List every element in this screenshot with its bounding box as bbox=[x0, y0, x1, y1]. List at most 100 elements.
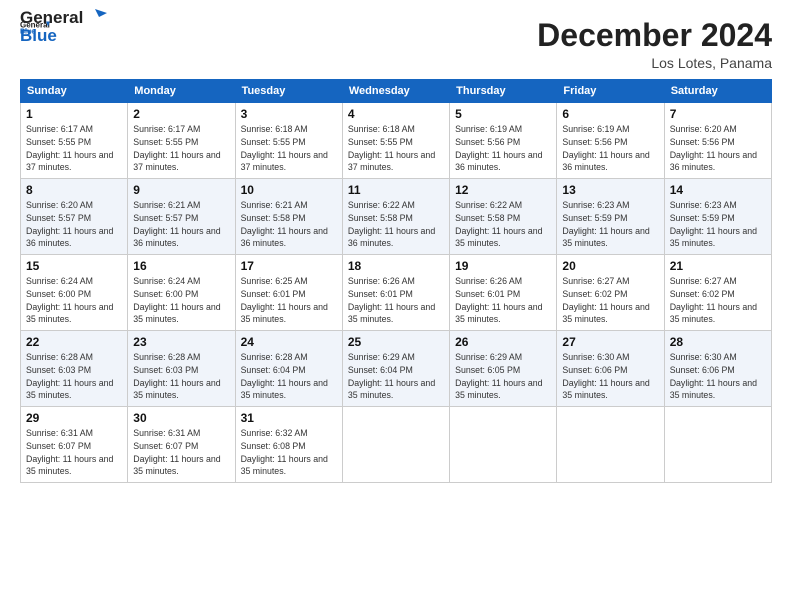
day-number: 18 bbox=[348, 259, 444, 273]
day-detail: Sunrise: 6:31 AMSunset: 6:07 PMDaylight:… bbox=[26, 427, 122, 478]
col-friday: Friday bbox=[557, 80, 664, 103]
logo-blue: Blue bbox=[20, 26, 57, 45]
table-row bbox=[342, 407, 449, 483]
day-number: 7 bbox=[670, 107, 766, 121]
table-row: 21 Sunrise: 6:27 AMSunset: 6:02 PMDayligh… bbox=[664, 255, 771, 331]
day-detail: Sunrise: 6:21 AMSunset: 5:58 PMDaylight:… bbox=[241, 199, 337, 250]
table-row: 23Sunrise: 6:28 AMSunset: 6:03 PMDayligh… bbox=[128, 331, 235, 407]
day-detail: Sunrise: 6:24 AMSunset: 6:00 PMDaylight:… bbox=[26, 275, 122, 326]
table-row: 30 Sunrise: 6:31 AMSunset: 6:07 PMDayligh… bbox=[128, 407, 235, 483]
day-detail: Sunrise: 6:21 AMSunset: 5:57 PMDaylight:… bbox=[133, 199, 229, 250]
table-row: 19Sunrise: 6:26 AMSunset: 6:01 PMDayligh… bbox=[450, 255, 557, 331]
day-number: 9 bbox=[133, 183, 229, 197]
day-detail: Sunrise: 6:22 AMSunset: 5:58 PMDaylight:… bbox=[455, 199, 551, 250]
table-row bbox=[557, 407, 664, 483]
logo-general: General bbox=[20, 8, 83, 28]
table-row: 24 Sunrise: 6:28 AMSunset: 6:04 PMDayligh… bbox=[235, 331, 342, 407]
table-row: 8 Sunrise: 6:20 AMSunset: 5:57 PMDaylight… bbox=[21, 179, 128, 255]
table-row: 28Sunrise: 6:30 AMSunset: 6:06 PMDayligh… bbox=[664, 331, 771, 407]
day-number: 16 bbox=[133, 259, 229, 273]
table-row: 16 Sunrise: 6:24 AMSunset: 6:00 PMDayligh… bbox=[128, 255, 235, 331]
day-detail: Sunrise: 6:22 AMSunset: 5:58 PMDaylight:… bbox=[348, 199, 444, 250]
table-row: 31 Sunrise: 6:32 AMSunset: 6:08 PMDayligh… bbox=[235, 407, 342, 483]
table-row: 18Sunrise: 6:26 AMSunset: 6:01 PMDayligh… bbox=[342, 255, 449, 331]
day-detail: Sunrise: 6:27 AMSunset: 6:02 PMDaylight:… bbox=[562, 275, 658, 326]
week-row-2: 8 Sunrise: 6:20 AMSunset: 5:57 PMDaylight… bbox=[21, 179, 772, 255]
col-saturday: Saturday bbox=[664, 80, 771, 103]
table-row: 9 Sunrise: 6:21 AMSunset: 5:57 PMDaylight… bbox=[128, 179, 235, 255]
day-detail: Sunrise: 6:23 AMSunset: 5:59 PMDaylight:… bbox=[562, 199, 658, 250]
day-detail: Sunrise: 6:28 AMSunset: 6:03 PMDaylight:… bbox=[26, 351, 122, 402]
day-detail: Sunrise: 6:28 AMSunset: 6:04 PMDaylight:… bbox=[241, 351, 337, 402]
table-row: 7 Sunrise: 6:20 AMSunset: 5:56 PMDaylight… bbox=[664, 103, 771, 179]
day-detail: Sunrise: 6:17 AMSunset: 5:55 PMDaylight:… bbox=[133, 123, 229, 174]
day-number: 2 bbox=[133, 107, 229, 121]
day-detail: Sunrise: 6:25 AMSunset: 6:01 PMDaylight:… bbox=[241, 275, 337, 326]
title-block: December 2024 Los Lotes, Panama bbox=[537, 18, 772, 71]
day-number: 23 bbox=[133, 335, 229, 349]
day-number: 15 bbox=[26, 259, 122, 273]
header: General Blue General Blue December 2024 … bbox=[20, 18, 772, 71]
day-detail: Sunrise: 6:30 AMSunset: 6:06 PMDaylight:… bbox=[562, 351, 658, 402]
day-number: 4 bbox=[348, 107, 444, 121]
day-detail: Sunrise: 6:20 AMSunset: 5:57 PMDaylight:… bbox=[26, 199, 122, 250]
month-title: December 2024 bbox=[537, 18, 772, 53]
location: Los Lotes, Panama bbox=[537, 55, 772, 71]
day-number: 25 bbox=[348, 335, 444, 349]
day-detail: Sunrise: 6:26 AMSunset: 6:01 PMDaylight:… bbox=[455, 275, 551, 326]
day-detail: Sunrise: 6:19 AMSunset: 5:56 PMDaylight:… bbox=[455, 123, 551, 174]
day-detail: Sunrise: 6:29 AMSunset: 6:05 PMDaylight:… bbox=[455, 351, 551, 402]
day-number: 29 bbox=[26, 411, 122, 425]
day-number: 30 bbox=[133, 411, 229, 425]
table-row: 6 Sunrise: 6:19 AMSunset: 5:56 PMDaylight… bbox=[557, 103, 664, 179]
calendar-header-row: Sunday Monday Tuesday Wednesday Thursday… bbox=[21, 80, 772, 103]
table-row: 2 Sunrise: 6:17 AMSunset: 5:55 PMDaylight… bbox=[128, 103, 235, 179]
week-row-3: 15 Sunrise: 6:24 AMSunset: 6:00 PMDayligh… bbox=[21, 255, 772, 331]
day-detail: Sunrise: 6:31 AMSunset: 6:07 PMDaylight:… bbox=[133, 427, 229, 478]
week-row-4: 22 Sunrise: 6:28 AMSunset: 6:03 PMDayligh… bbox=[21, 331, 772, 407]
day-detail: Sunrise: 6:32 AMSunset: 6:08 PMDaylight:… bbox=[241, 427, 337, 478]
table-row: 12 Sunrise: 6:22 AMSunset: 5:58 PMDayligh… bbox=[450, 179, 557, 255]
day-number: 10 bbox=[241, 183, 337, 197]
day-detail: Sunrise: 6:24 AMSunset: 6:00 PMDaylight:… bbox=[133, 275, 229, 326]
page: General Blue General Blue December 2024 … bbox=[0, 0, 792, 612]
table-row: 29 Sunrise: 6:31 AMSunset: 6:07 PMDayligh… bbox=[21, 407, 128, 483]
table-row: 10 Sunrise: 6:21 AMSunset: 5:58 PMDayligh… bbox=[235, 179, 342, 255]
day-detail: Sunrise: 6:27 AMSunset: 6:02 PMDaylight:… bbox=[670, 275, 766, 326]
day-number: 24 bbox=[241, 335, 337, 349]
col-thursday: Thursday bbox=[450, 80, 557, 103]
day-detail: Sunrise: 6:18 AMSunset: 5:55 PMDaylight:… bbox=[241, 123, 337, 174]
day-detail: Sunrise: 6:17 AMSunset: 5:55 PMDaylight:… bbox=[26, 123, 122, 174]
table-row: 25Sunrise: 6:29 AMSunset: 6:04 PMDayligh… bbox=[342, 331, 449, 407]
table-row: 27 Sunrise: 6:30 AMSunset: 6:06 PMDayligh… bbox=[557, 331, 664, 407]
col-monday: Monday bbox=[128, 80, 235, 103]
day-number: 20 bbox=[562, 259, 658, 273]
col-wednesday: Wednesday bbox=[342, 80, 449, 103]
table-row: 26Sunrise: 6:29 AMSunset: 6:05 PMDayligh… bbox=[450, 331, 557, 407]
day-number: 8 bbox=[26, 183, 122, 197]
day-detail: Sunrise: 6:23 AMSunset: 5:59 PMDaylight:… bbox=[670, 199, 766, 250]
table-row bbox=[664, 407, 771, 483]
day-number: 27 bbox=[562, 335, 658, 349]
day-detail: Sunrise: 6:20 AMSunset: 5:56 PMDaylight:… bbox=[670, 123, 766, 174]
col-tuesday: Tuesday bbox=[235, 80, 342, 103]
logo: General Blue General Blue bbox=[20, 18, 107, 46]
table-row: 1 Sunrise: 6:17 AMSunset: 5:55 PMDaylight… bbox=[21, 103, 128, 179]
day-number: 17 bbox=[241, 259, 337, 273]
day-number: 28 bbox=[670, 335, 766, 349]
table-row: 14Sunrise: 6:23 AMSunset: 5:59 PMDayligh… bbox=[664, 179, 771, 255]
table-row: 11Sunrise: 6:22 AMSunset: 5:58 PMDayligh… bbox=[342, 179, 449, 255]
logo-bird-icon bbox=[85, 7, 107, 25]
table-row: 3 Sunrise: 6:18 AMSunset: 5:55 PMDaylight… bbox=[235, 103, 342, 179]
day-number: 22 bbox=[26, 335, 122, 349]
day-number: 1 bbox=[26, 107, 122, 121]
day-number: 31 bbox=[241, 411, 337, 425]
table-row: 5 Sunrise: 6:19 AMSunset: 5:56 PMDaylight… bbox=[450, 103, 557, 179]
day-number: 6 bbox=[562, 107, 658, 121]
day-number: 3 bbox=[241, 107, 337, 121]
day-number: 21 bbox=[670, 259, 766, 273]
day-detail: Sunrise: 6:19 AMSunset: 5:56 PMDaylight:… bbox=[562, 123, 658, 174]
table-row bbox=[450, 407, 557, 483]
day-number: 5 bbox=[455, 107, 551, 121]
day-number: 12 bbox=[455, 183, 551, 197]
